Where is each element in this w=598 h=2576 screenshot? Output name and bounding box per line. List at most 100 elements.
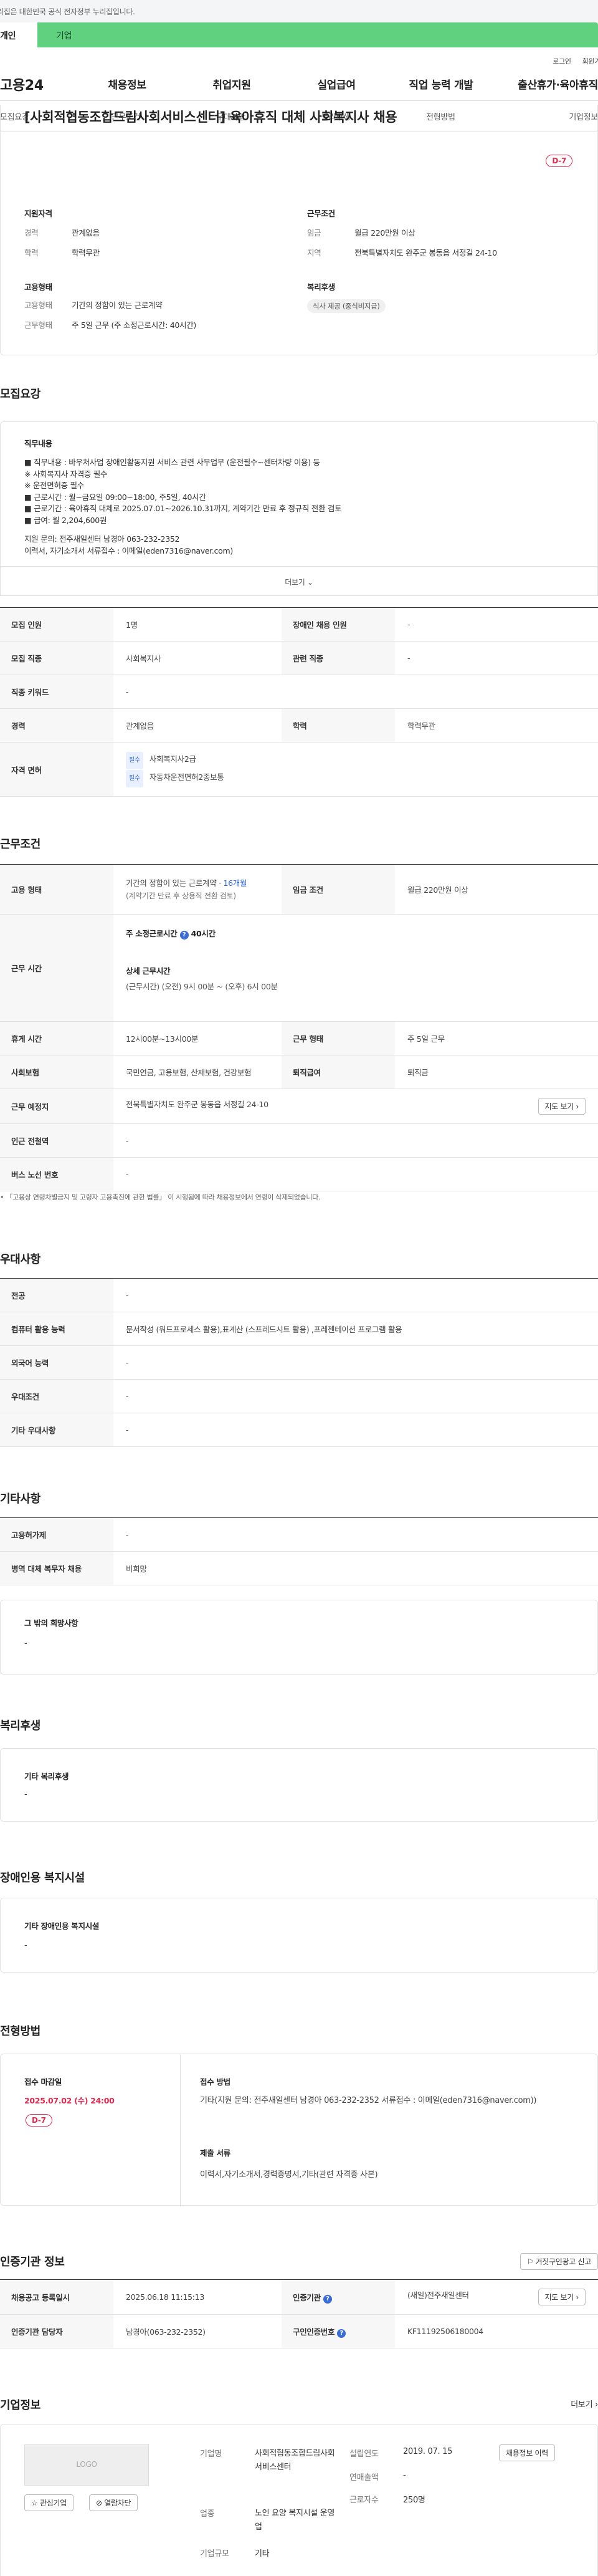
gnb-item-training[interactable]: 직업 능력 개발 xyxy=(389,76,493,92)
emp-title: 고용형태 xyxy=(24,282,52,292)
chevron-down-icon: ⌄ xyxy=(306,578,313,587)
welfare-box-value: - xyxy=(24,1790,27,1799)
cell-value: KF11192506180004 xyxy=(395,2314,598,2348)
cell-key: 근무 시간 xyxy=(0,914,113,1022)
cert-agency-value: (새일)전주새일센터 xyxy=(407,2290,469,2300)
job-history-button[interactable]: 채용정보 이력 xyxy=(499,2444,555,2461)
job-title: [사회적협동조합드림사회서비스센터] 육아휴직 대체 사회복지사 채용 xyxy=(24,110,397,125)
user-segment-tabs: 개인 기업 xyxy=(0,22,598,47)
deadline-dday-badge: D-7 xyxy=(26,2114,52,2127)
tab-company[interactable]: 기업 xyxy=(37,22,598,47)
emp-value: 주 5일 근무 (주 소정근로시간: 40시간) xyxy=(72,320,196,330)
desc-line: ※ 운전면허증 필수 xyxy=(24,481,84,490)
sales-key: 연매출액 xyxy=(349,2473,379,2482)
map-button-label: 지도 보기 xyxy=(544,1102,574,1111)
desc-line: ■ 근로기간 : 육아휴직 대체로 2025.07.01~2026.10.31까… xyxy=(24,504,342,513)
cell-key: 전공 xyxy=(0,1278,113,1312)
emp-type-note: (계약기간 만료 후 상용직 전환 검토) xyxy=(126,891,236,900)
job-history-label: 채용정보 이력 xyxy=(506,2449,548,2458)
pref-table: 전공 - 컴퓨터 활용 능력 문서작성 (워드프로세스 활용),표계산 (스프레드시… xyxy=(0,1278,598,1447)
block-view-button[interactable]: ⊘ 열람차단 xyxy=(89,2494,138,2511)
other-wish-title: 그 밖의 희망사항 xyxy=(24,1618,78,1628)
disab-box: 기타 장애인용 복지시설 - xyxy=(0,1898,598,1973)
gnb-item-jobs[interactable]: 채용정보 xyxy=(75,76,179,92)
cell-value: 국민연금, 고용보험, 산재보험, 건강보험 xyxy=(113,1055,282,1089)
est-value: 2019. 07. 15 xyxy=(403,2447,453,2456)
more-label: 더보기 xyxy=(285,578,305,587)
etc-section-title: 기타사항 xyxy=(0,1492,41,1506)
desc-title: 직무내용 xyxy=(24,439,52,448)
cell-key: 자격 면허 xyxy=(0,742,113,797)
favorite-company-button[interactable]: ☆ 관심기업 xyxy=(24,2494,74,2511)
pref-section-title: 우대사항 xyxy=(0,1253,41,1266)
cell-value: - xyxy=(113,1278,598,1312)
cell-key: 채용공고 등록일시 xyxy=(0,2279,113,2315)
recruit-table: 모집 인원 1명 장애인 채용 인원 - 모집 직종 사회복지사 관련 직종 - 직종 키워… xyxy=(0,607,598,797)
industry-key: 업종 xyxy=(200,2509,215,2519)
cert-table: 채용공고 등록일시 2025.06.18 11:15:13 인증기관 ? (새일)… xyxy=(0,2279,598,2348)
company-more-link[interactable]: 더보기 › xyxy=(571,2398,598,2410)
global-nav: 고용24 채용정보 취업지원 실업급여 직업 능력 개발 출산휴가·육아휴직 xyxy=(0,67,598,101)
company-box: LOGO ☆ 관심기업 ⊘ 열람차단 기업명 사회적협동조합드림사회서비스센터 … xyxy=(0,2424,598,2576)
tab-personal[interactable]: 개인 xyxy=(0,22,37,47)
desc-line: ■ 직무내용 : 바우처사업 장애인활동지원 서비스 관련 사무업무 (운전필수… xyxy=(24,458,320,467)
hours-detail-value: (근무시간) (오전) 9시 00분 ~ (오후) 6시 00분 xyxy=(126,982,278,991)
required-tag: 필수 xyxy=(126,752,143,769)
process-box: 접수 마감일 2025.07.02 (수) 24:00 D-7 접수 방법 기타… xyxy=(0,2054,598,2206)
cell-value: - xyxy=(395,641,598,675)
desc-line: 지원 문의: 전주새일센터 남경아 063-232-2352 xyxy=(24,534,180,544)
deadline-value: 2025.07.02 (수) 24:00 xyxy=(24,2096,115,2105)
welfare-section-title: 복리후생 xyxy=(0,1719,41,1733)
age-notice-text: 「고용상 연령차별금지 및 고령자 고용촉진에 관한 법률」 이 시행됨에 따라… xyxy=(6,1193,321,1201)
cert-agency-key: 인증기관 ? xyxy=(282,2279,395,2315)
utility-links: 로그인 회원가입 xyxy=(0,47,598,67)
cell-value: - xyxy=(395,607,598,642)
employees-value: 250명 xyxy=(403,2496,425,2505)
info-icon[interactable]: ? xyxy=(337,2328,346,2338)
gnb-item-unemployment-benefit[interactable]: 실업급여 xyxy=(284,76,389,92)
docs-label: 제출 서류 xyxy=(200,2148,230,2158)
site-logo[interactable]: 고용24 xyxy=(0,74,75,94)
map-button[interactable]: 지도 보기 › xyxy=(538,1098,586,1115)
cell-key: 인근 전철역 xyxy=(0,1123,113,1158)
gnb-item-leave[interactable]: 출산휴가·육아휴직 xyxy=(493,76,598,92)
license-cell: 필수 사회복지사2급 필수 자동차운전면허2종보통 xyxy=(113,742,598,797)
cell-value: - xyxy=(113,1345,598,1380)
desc-more-button[interactable]: 더보기 ⌄ xyxy=(0,566,598,596)
cell-key: 근무 형태 xyxy=(282,1021,395,1055)
emp-type-cell: 기간의 정함이 있는 근로계약 · 16개월 (계약기간 만료 후 상용직 전환 … xyxy=(113,864,282,915)
other-wish-value: - xyxy=(24,1639,27,1648)
cell-key: 경력 xyxy=(0,708,113,743)
cell-value: - xyxy=(113,1517,598,1552)
desc-line: ※ 사회복지사 자격증 필수 xyxy=(24,469,108,479)
gnb-item-employment-support[interactable]: 취업지원 xyxy=(179,76,284,92)
cell-value: 비희망 xyxy=(113,1551,598,1585)
login-link[interactable]: 로그인 xyxy=(553,56,571,67)
false-ad-report-button[interactable]: ⚐ 거짓구인광고 신고 xyxy=(520,2253,598,2270)
welfare-tag: 식사 제공 (중식비지급) xyxy=(307,299,386,313)
license-item: 자동차운전면허2종보통 xyxy=(149,772,224,782)
cell-value: 퇴직금 xyxy=(395,1055,598,1089)
emp-key: 근무형태 xyxy=(24,320,52,330)
cell-value: 남경아(063-232-2352) xyxy=(113,2314,282,2348)
info-icon[interactable]: ? xyxy=(179,931,189,940)
cell-key: 인증기관 담당자 xyxy=(0,2314,113,2348)
chevron-right-icon: › xyxy=(576,2293,579,2302)
employees-key: 근로자수 xyxy=(349,2496,379,2505)
cell-value: 1명 xyxy=(113,607,282,642)
cert-agency-cell: (새일)전주새일센터 지도 보기 › xyxy=(395,2279,598,2315)
cert-map-button[interactable]: 지도 보기 › xyxy=(538,2289,586,2305)
cell-value: - xyxy=(113,1123,598,1158)
join-link[interactable]: 회원가입 xyxy=(582,56,598,67)
welfare-box: 기타 복리후생 - xyxy=(0,1748,598,1822)
cell-key: 외국어 능력 xyxy=(0,1345,113,1380)
report-icon: ⚐ xyxy=(526,2257,534,2266)
recruit-section-title: 모집요강 xyxy=(0,388,41,401)
cell-key: 사회보험 xyxy=(0,1055,113,1089)
qual-key: 학력 xyxy=(24,248,39,257)
emp-period-highlight: 16개월 xyxy=(223,878,247,888)
info-icon[interactable]: ? xyxy=(323,2294,332,2304)
age-notice: • 「고용상 연령차별금지 및 고령자 고용촉진에 관한 법률」 이 시행됨에 … xyxy=(0,1193,321,1201)
cond-value: 전북특별자치도 완주군 봉동읍 서정길 24-10 xyxy=(354,248,497,257)
cell-value: - xyxy=(113,1157,598,1191)
